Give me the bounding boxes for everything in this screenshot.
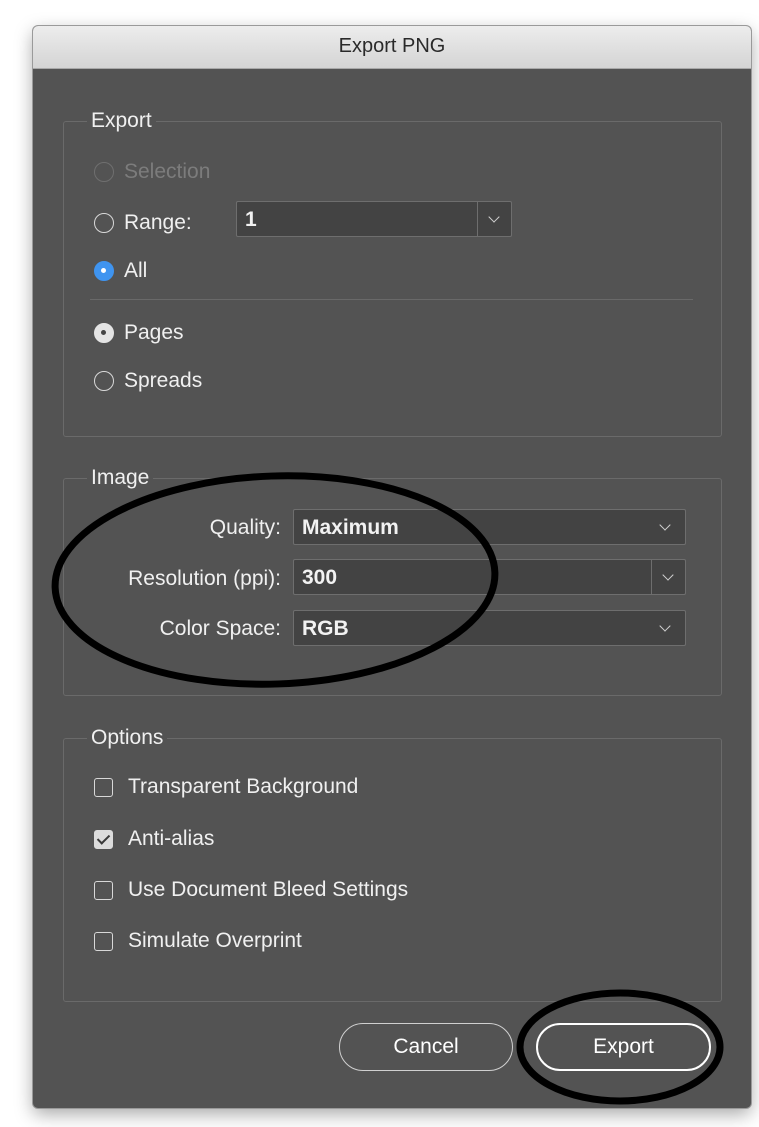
use-bleed-checkbox[interactable] xyxy=(94,880,113,900)
transparent-background-row[interactable]: Transparent Background xyxy=(94,772,358,802)
quality-label: Quality: xyxy=(209,516,281,539)
range-label: Range: xyxy=(124,211,192,234)
export-divider xyxy=(90,299,693,300)
anti-alias-checkbox[interactable] xyxy=(94,829,113,849)
chevron-down-icon xyxy=(488,211,500,223)
resolution-label: Resolution (ppi): xyxy=(128,567,281,590)
anti-alias-label: Anti-alias xyxy=(128,827,215,850)
export-png-dialog: Export PNG Export Selection Range: 1 All… xyxy=(33,26,751,1108)
selection-radio xyxy=(94,162,114,182)
all-radio-row[interactable]: All xyxy=(94,256,147,286)
resolution-dropdown-button[interactable] xyxy=(651,560,685,594)
selection-radio-row: Selection xyxy=(94,157,210,187)
use-bleed-label: Use Document Bleed Settings xyxy=(128,878,409,901)
use-bleed-row[interactable]: Use Document Bleed Settings xyxy=(94,875,408,905)
color-space-label: Color Space: xyxy=(159,617,281,640)
all-radio[interactable] xyxy=(94,261,114,281)
transparent-background-checkbox[interactable] xyxy=(94,777,113,797)
export-button[interactable]: Export xyxy=(536,1023,711,1071)
transparent-background-label: Transparent Background xyxy=(128,775,359,798)
quality-select[interactable]: Maximum xyxy=(293,509,686,545)
range-value[interactable]: 1 xyxy=(245,208,257,232)
simulate-overprint-checkbox[interactable] xyxy=(94,931,113,951)
cancel-button[interactable]: Cancel xyxy=(339,1023,513,1071)
range-combobox[interactable]: 1 xyxy=(236,201,512,237)
title-bar[interactable]: Export PNG xyxy=(33,26,751,69)
spreads-label: Spreads xyxy=(124,369,203,392)
all-label: All xyxy=(124,259,148,282)
simulate-overprint-row[interactable]: Simulate Overprint xyxy=(94,926,302,956)
anti-alias-row[interactable]: Anti-alias xyxy=(94,824,214,854)
dialog-title: Export PNG xyxy=(338,35,446,57)
options-group-legend: Options xyxy=(87,726,168,750)
spreads-radio[interactable] xyxy=(94,371,114,391)
image-group-legend: Image xyxy=(87,466,154,490)
range-dropdown-button[interactable] xyxy=(477,202,511,236)
simulate-overprint-label: Simulate Overprint xyxy=(128,929,302,952)
pages-label: Pages xyxy=(124,321,184,344)
export-group-legend: Export xyxy=(87,109,156,133)
chevron-down-icon xyxy=(662,569,674,581)
selection-label: Selection xyxy=(124,160,211,183)
pages-radio-row[interactable]: Pages xyxy=(94,318,184,348)
quality-value[interactable]: Maximum xyxy=(302,516,399,540)
range-radio-row[interactable]: Range: xyxy=(94,208,192,238)
color-space-value[interactable]: RGB xyxy=(302,617,349,641)
chevron-down-icon xyxy=(659,620,671,632)
spreads-radio-row[interactable]: Spreads xyxy=(94,366,202,396)
resolution-combobox[interactable]: 300 xyxy=(293,559,686,595)
color-space-select[interactable]: RGB xyxy=(293,610,686,646)
chevron-down-icon xyxy=(659,519,671,531)
pages-radio[interactable] xyxy=(94,323,114,343)
range-radio[interactable] xyxy=(94,213,114,233)
resolution-value[interactable]: 300 xyxy=(302,566,337,590)
